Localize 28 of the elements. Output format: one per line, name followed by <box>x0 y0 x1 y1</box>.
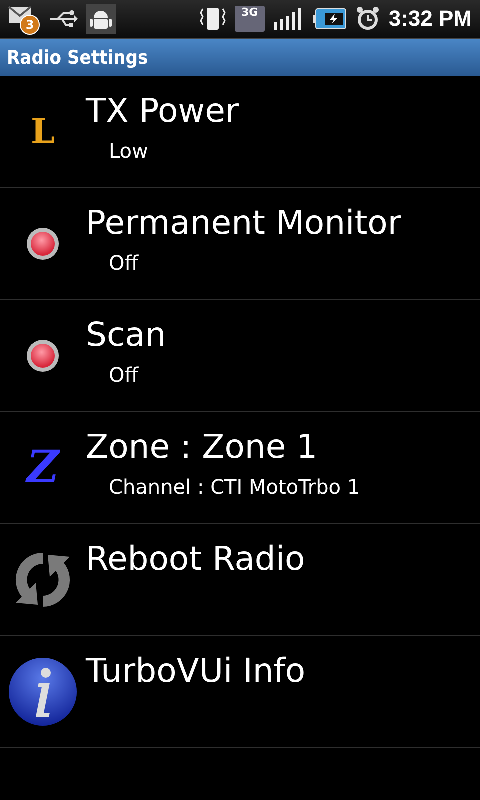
battery-icon <box>312 8 347 30</box>
letter-icon: L <box>31 112 55 152</box>
letter-icon: Z <box>26 448 60 488</box>
indicator-light-icon <box>26 226 60 260</box>
network-indicator: 3G <box>234 6 265 32</box>
android-icon <box>86 4 116 34</box>
item-summary: Off <box>108 362 140 389</box>
settings-list-item[interactable]: Scan Off <box>0 300 480 412</box>
clock-time: 3:32 PM <box>388 6 472 32</box>
info-icon <box>8 656 78 726</box>
item-summary: Off <box>108 250 140 277</box>
item-title: Zone : Zone 1 <box>86 426 319 468</box>
vibrate-icon <box>198 5 227 33</box>
usb-icon <box>48 9 78 29</box>
item-title: TurboVUi Info <box>86 650 306 692</box>
alarm-clock-icon <box>354 6 381 32</box>
settings-list-item[interactable]: Permanent Monitor Off <box>0 188 480 300</box>
indicator-light-icon <box>26 338 60 372</box>
item-title: Scan <box>86 314 166 356</box>
screen-title: Radio Settings <box>0 39 480 76</box>
settings-list-item[interactable]: TurboVUi Info <box>0 636 480 748</box>
settings-list-item[interactable]: Reboot Radio <box>0 524 480 636</box>
item-summary: Channel : CTI MotoTrbo 1 <box>108 474 360 501</box>
item-summary: Low <box>108 138 150 165</box>
notification-badge: 3 <box>20 15 40 35</box>
item-title: Permanent Monitor <box>86 202 402 244</box>
item-title: Reboot Radio <box>86 538 306 580</box>
item-title: TX Power <box>86 90 240 132</box>
